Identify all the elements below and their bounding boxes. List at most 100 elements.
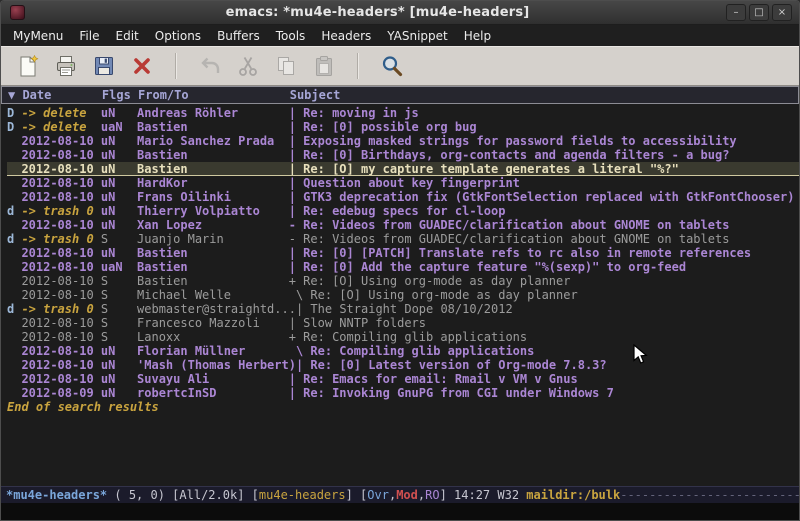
new-file-button[interactable]	[10, 50, 46, 82]
menu-item-options[interactable]: Options	[147, 27, 209, 45]
msg-mark: D	[7, 120, 21, 134]
column-header-from[interactable]: From/To	[138, 87, 290, 103]
message-row[interactable]: 2012-08-10 S Lanoxx + Re: Compiling glib…	[7, 330, 799, 344]
msg-mark	[7, 288, 21, 302]
cut-button[interactable]	[230, 50, 266, 82]
print-button[interactable]	[48, 50, 84, 82]
msg-from: Bastien	[137, 162, 289, 175]
save-button[interactable]	[86, 50, 122, 82]
column-header-flags[interactable]: Flgs	[102, 87, 138, 103]
msg-subject: - Re: Videos from GUADEC/clarification a…	[289, 218, 799, 232]
close-button[interactable]	[124, 50, 160, 82]
msg-subject: | Re: [0] Birthdays, org-contacts and ag…	[289, 148, 799, 162]
message-row[interactable]: D -> delete uaN Bastien | Re: [0] possib…	[7, 120, 799, 134]
menu-item-help[interactable]: Help	[456, 27, 499, 45]
message-row[interactable]: d -> trash 0 S Juanjo Marin - Re: Videos…	[7, 232, 799, 246]
undo-button[interactable]	[192, 50, 228, 82]
msg-from: Bastien	[137, 120, 289, 134]
toolbar	[1, 46, 799, 86]
msg-mark	[7, 162, 21, 175]
msg-from: Thierry Volpiatto	[137, 204, 289, 218]
message-list: D -> delete uN Andreas Röhler | Re: movi…	[7, 106, 799, 400]
message-row[interactable]: 2012-08-10 uN Xan Lopez - Re: Videos fro…	[7, 218, 799, 232]
message-row[interactable]: 2012-08-10 uN Bastien | Re: [0] [PATCH] …	[7, 246, 799, 260]
message-row[interactable]: 2012-08-10 S Michael Welle \ Re: [O] Usi…	[7, 288, 799, 302]
modeline-segment[interactable]: Mod	[396, 488, 418, 502]
search-icon	[380, 54, 404, 78]
menu-item-yasnippet[interactable]: YASnippet	[379, 27, 456, 45]
msg-date: 2012-08-09	[21, 386, 100, 400]
msg-from: Mario Sanchez Prada	[137, 134, 289, 148]
modeline-segment[interactable]: ----------------------------------------…	[620, 488, 799, 502]
message-row[interactable]: 2012-08-10 uN Florian Müllner \ Re: Comp…	[7, 344, 799, 358]
message-row[interactable]: 2012-08-10 uN HardKor | Question about k…	[7, 176, 799, 190]
menu-item-buffers[interactable]: Buffers	[209, 27, 268, 45]
modeline-segment[interactable]: [	[252, 488, 259, 502]
message-row[interactable]: 2012-08-10 uN Mario Sanchez Prada | Expo…	[7, 134, 799, 148]
message-row[interactable]: 2012-08-10 uN Frans Oilinki | GTK3 depre…	[7, 190, 799, 204]
menu-item-tools[interactable]: Tools	[268, 27, 314, 45]
msg-mark	[7, 344, 21, 358]
msg-date: 2012-08-10	[21, 218, 100, 232]
menu-item-mymenu[interactable]: MyMenu	[5, 27, 71, 45]
toolbar-separator	[357, 53, 359, 79]
maximize-button[interactable]: □	[749, 4, 769, 21]
echo-area[interactable]	[1, 503, 799, 520]
minimize-button[interactable]: –	[726, 4, 746, 21]
modeline-segment[interactable]: 14:27	[454, 488, 497, 502]
msg-subject: | Exposing masked strings for password f…	[289, 134, 799, 148]
menubar: MyMenuFileEditOptionsBuffersToolsHeaders…	[1, 25, 799, 46]
modeline-segment[interactable]: W32	[497, 488, 526, 502]
mode-line[interactable]: *mu4e-headers* ( 5, 0) [All/2.0k] [mu4e-…	[1, 486, 799, 503]
msg-from: Lanoxx	[137, 330, 289, 344]
close-button[interactable]: ×	[772, 4, 792, 21]
msg-subject: | Re: Emacs for email: Rmail v VM v Gnus	[289, 372, 799, 386]
window-title: emacs: *mu4e-headers* [mu4e-headers]	[29, 5, 726, 20]
column-header-subject[interactable]: Subject	[290, 87, 341, 103]
message-row[interactable]: d -> trash 0 uN Thierry Volpiatto | Re: …	[7, 204, 799, 218]
message-row[interactable]: 2012-08-10 S Francesco Mazzoli | Slow NN…	[7, 316, 799, 330]
modeline-segment[interactable]: ]	[440, 488, 454, 502]
message-row[interactable]: 2012-08-10 uN Bastien | Re: [O] my captu…	[7, 162, 799, 176]
window-menu-icon[interactable]	[10, 5, 25, 20]
modeline-segment[interactable]: mu4e-headers	[259, 488, 346, 502]
modeline-segment[interactable]: ]	[346, 488, 360, 502]
message-row[interactable]: d -> trash 0 S webmaster@straightd... | …	[7, 302, 799, 316]
copy-button[interactable]	[268, 50, 304, 82]
message-row[interactable]: 2012-08-10 uN 'Mash (Thomas Herbert) | R…	[7, 358, 799, 372]
msg-date: 2012-08-10	[21, 134, 100, 148]
modeline-segment[interactable]: Ovr	[367, 488, 389, 502]
msg-flags: uN	[101, 162, 137, 175]
modeline-segment[interactable]: [All/2.0k]	[172, 488, 251, 502]
message-row[interactable]: 2012-08-10 uN Suvayu Ali | Re: Emacs for…	[7, 372, 799, 386]
modeline-segment[interactable]: *mu4e-headers*	[6, 488, 114, 502]
message-row[interactable]: 2012-08-10 S Bastien + Re: [O] Using org…	[7, 274, 799, 288]
search-button[interactable]	[374, 50, 410, 82]
msg-from: Florian Müllner	[137, 344, 289, 358]
menu-item-file[interactable]: File	[71, 27, 107, 45]
msg-mark: D	[7, 106, 21, 120]
message-row[interactable]: D -> delete uN Andreas Röhler | Re: movi…	[7, 106, 799, 120]
paste-button[interactable]	[306, 50, 342, 82]
modeline-segment[interactable]: maildir:/bulk	[526, 488, 620, 502]
modeline-segment[interactable]: ( 5, 0)	[114, 488, 172, 502]
close-icon	[130, 54, 154, 78]
column-header-date[interactable]: ▼ Date	[8, 87, 102, 103]
msg-flags: uN	[101, 204, 137, 218]
menu-item-headers[interactable]: Headers	[313, 27, 379, 45]
msg-flags: S	[101, 274, 137, 288]
titlebar[interactable]: emacs: *mu4e-headers* [mu4e-headers] –□×	[1, 1, 799, 25]
message-row[interactable]: 2012-08-10 uaN Bastien | Re: [0] Add the…	[7, 260, 799, 274]
msg-flags: S	[101, 316, 137, 330]
msg-subject: | Re: [0] Add the capture feature "%(sex…	[289, 260, 799, 274]
modeline-segment[interactable]: RO	[425, 488, 439, 502]
save-icon	[92, 54, 116, 78]
message-row[interactable]: 2012-08-09 uN robertcInSD | Re: Invoking…	[7, 386, 799, 400]
message-row[interactable]: 2012-08-10 uN Bastien | Re: [0] Birthday…	[7, 148, 799, 162]
msg-subject: | Slow NNTP folders	[289, 316, 799, 330]
msg-from: Andreas Röhler	[137, 106, 289, 120]
msg-from: Francesco Mazzoli	[137, 316, 289, 330]
msg-mark	[7, 218, 21, 232]
msg-from: Bastien	[137, 246, 289, 260]
menu-item-edit[interactable]: Edit	[108, 27, 147, 45]
